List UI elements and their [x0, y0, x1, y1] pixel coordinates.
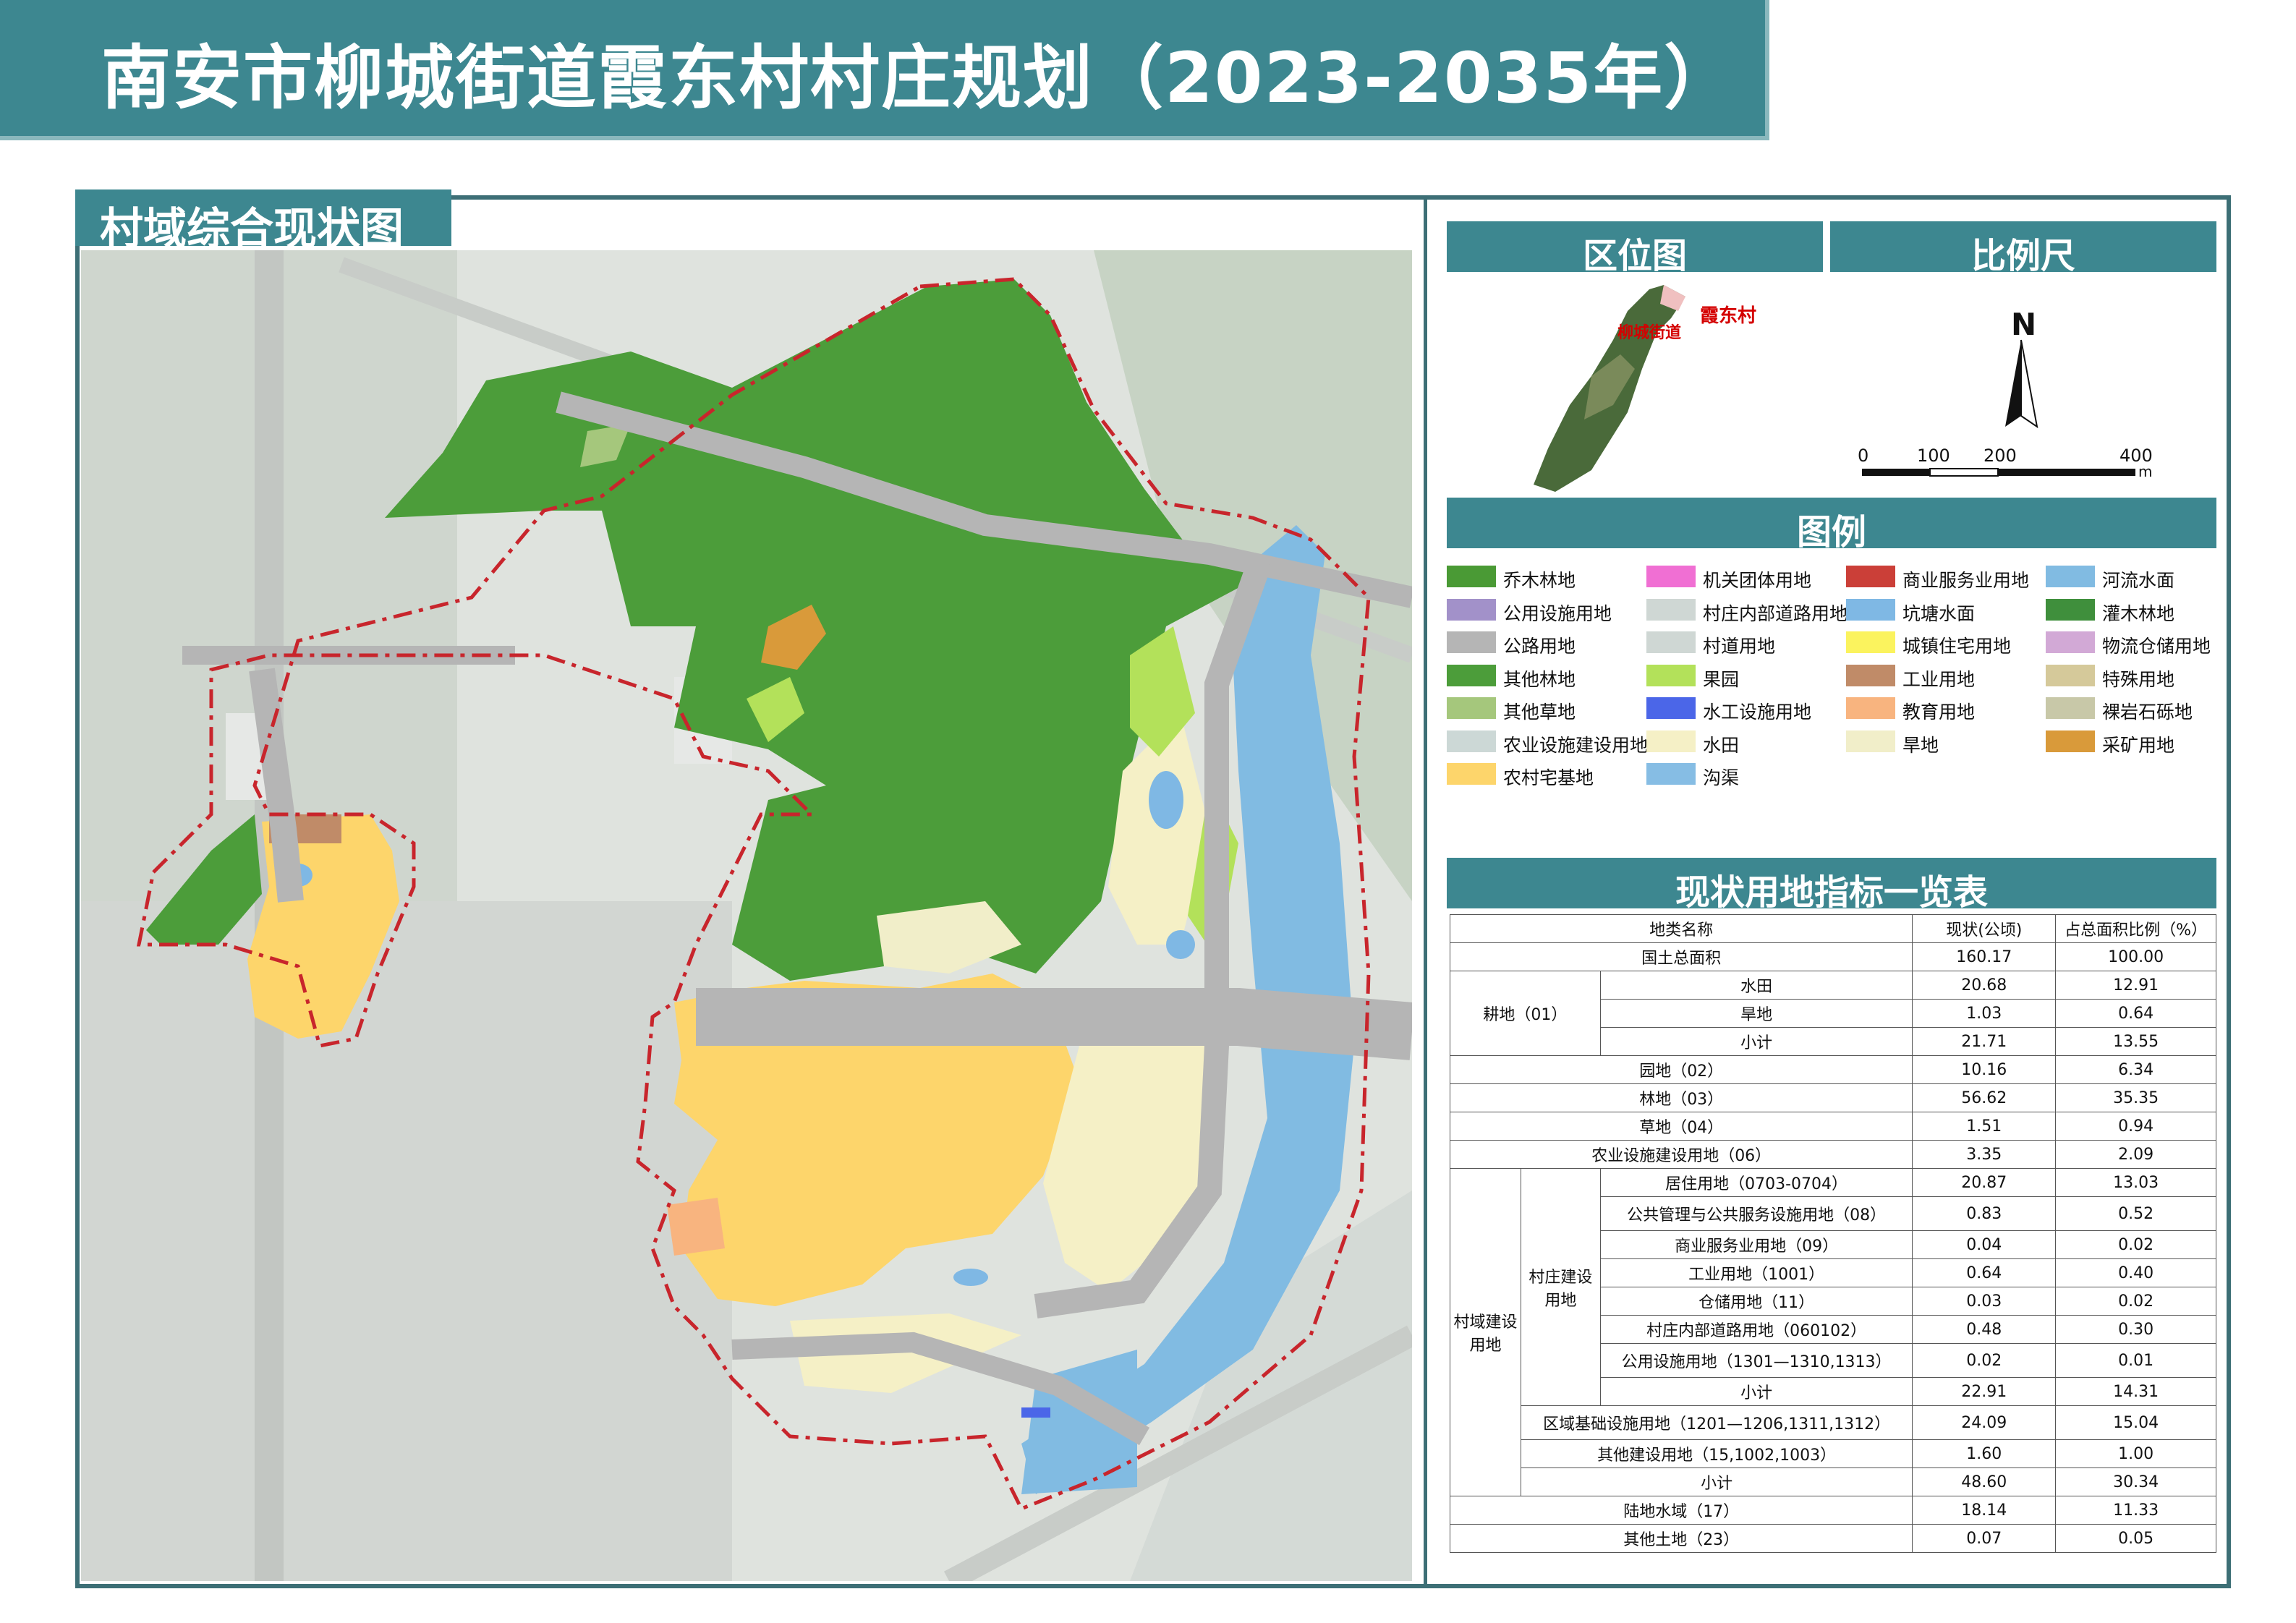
legend-swatch — [1447, 664, 1496, 686]
legend-swatch — [1646, 730, 1696, 752]
table-row: 耕地（01） 水田 20.68 12.91 — [1450, 971, 2216, 1056]
legend-label: 物流仓储用地 — [2102, 636, 2211, 657]
map-title: 村域综合现状图 — [100, 204, 404, 255]
col-header-pct: 占总面积比例（%） — [2055, 914, 2216, 943]
legend-label: 公用设施用地 — [1503, 602, 1612, 624]
legend-swatch — [1646, 566, 1696, 587]
scale-tick-100: 100 — [1917, 446, 1950, 466]
col-header-name: 地类名称 — [1449, 914, 1913, 943]
legend-swatch — [2046, 664, 2095, 686]
legend-swatch — [1447, 763, 1496, 785]
legend-swatch — [2046, 598, 2095, 621]
legend-swatch — [1646, 631, 1696, 653]
scale-tick-200: 200 — [1984, 446, 2017, 466]
title-bar: 南安市柳城街道霞东村村庄规划（2023-2035年） — [0, 0, 1769, 140]
location-village-label: 霞东村 — [1700, 305, 1757, 327]
legend-label: 机关团体用地 — [1703, 570, 1812, 591]
legend-swatch — [1846, 598, 1895, 621]
legend-label: 公路用地 — [1503, 636, 1576, 657]
legend-swatch — [1646, 697, 1696, 719]
legend-label: 裸岩石砾地 — [2102, 702, 2193, 723]
legend-swatch — [1447, 697, 1496, 719]
legend-swatch — [1646, 763, 1696, 785]
legend-swatch — [1447, 566, 1496, 587]
legend-label: 农业设施建设用地 — [1503, 734, 1649, 756]
legend-header-label: 图例 — [1796, 512, 1866, 553]
legend-swatch — [1846, 697, 1895, 719]
legend-label: 特殊用地 — [2102, 668, 2175, 690]
legend-swatch — [2046, 566, 2095, 587]
legend-label: 灌木林地 — [2102, 602, 2175, 624]
legend-label: 其他草地 — [1503, 702, 1576, 723]
legend-label: 村庄内部道路用地 — [1703, 602, 1848, 624]
legend-swatch — [1646, 664, 1696, 686]
location-header-label: 区位图 — [1582, 236, 1687, 276]
legend-swatch — [2046, 730, 2095, 752]
legend-label: 工业用地 — [1902, 668, 1976, 690]
scale-box: N 0 100 200 400 m — [1826, 275, 2216, 492]
scale-header: 比例尺 — [1830, 221, 2216, 276]
legend-swatch — [1846, 631, 1895, 653]
legend: 乔木林地公用设施用地 公路用地其他林地其他草地农业设施建设用地 农村宅基地 机关团体用… — [1447, 557, 2216, 825]
legend-swatch — [2046, 631, 2095, 653]
table-header-row: 地类名称 现状(公顷) 占总面积比例（%） — [1449, 914, 2216, 943]
scale-tick-0: 0 — [1858, 446, 1869, 466]
table-row: 陆地水域（17） 18.14 11.33 — [1449, 1496, 2216, 1525]
map-svg — [81, 250, 1412, 1581]
scale-unit: m — [2138, 463, 2153, 480]
legend-header: 图例 — [1447, 498, 2216, 553]
location-street-label: 柳城街道 — [1617, 324, 1682, 342]
legend-label: 采矿用地 — [2102, 734, 2175, 756]
page-title: 南安市柳城街道霞东村村庄规划（2023-2035年） — [101, 38, 1735, 119]
legend-label: 坑塘水面 — [1902, 602, 1976, 624]
legend-label: 果园 — [1703, 668, 1740, 690]
legend-label: 乔木林地 — [1503, 570, 1576, 591]
legend-swatch — [1846, 566, 1895, 587]
legend-label: 商业服务业用地 — [1902, 570, 2030, 591]
legend-swatch — [1846, 730, 1895, 752]
col-header-value: 现状(公顷) — [1912, 914, 2057, 943]
legend-label: 村道用地 — [1703, 636, 1776, 657]
legend-label: 教育用地 — [1902, 702, 1976, 723]
legend-label: 河流水面 — [2102, 570, 2175, 591]
legend-swatch — [2046, 697, 2095, 719]
table-row: 草地（04） 1.51 0.94 — [1449, 1112, 2216, 1141]
land-use-table: 地类名称 现状(公顷) 占总面积比例（%） 国土总面积 160.17 100.0… — [1449, 914, 2216, 1553]
scale-header-label: 比例尺 — [1970, 236, 2075, 276]
table-header: 现状用地指标一览表 — [1447, 858, 2216, 913]
legend-swatch — [1646, 598, 1696, 621]
legend-swatch — [1447, 598, 1496, 621]
table-header-label: 现状用地指标一览表 — [1675, 872, 1988, 913]
table-row: 其他土地（23） 0.07 0.05 — [1449, 1524, 2216, 1553]
legend-swatch — [1447, 730, 1496, 752]
location-header: 区位图 — [1447, 221, 1823, 276]
legend-label: 其他林地 — [1503, 668, 1576, 690]
map-title-tab: 村域综合现状图 — [75, 189, 451, 255]
legend-swatch — [1447, 631, 1496, 653]
legend-label: 城镇住宅用地 — [1902, 636, 2012, 657]
legend-label: 沟渠 — [1703, 767, 1740, 788]
panel-divider — [1424, 195, 1427, 1588]
legend-label: 农村宅基地 — [1503, 767, 1594, 788]
location-inset: 霞东村 柳城街道 — [1447, 275, 1808, 492]
table-row: 村域建设用地 村庄建设用地 居住用地（0703-0704） 20.87 13.0… — [1450, 1168, 2216, 1496]
north-label: N — [2011, 307, 2037, 342]
legend-label: 旱地 — [1902, 734, 1939, 756]
land-use-map[interactable] — [81, 250, 1412, 1581]
legend-swatch — [1846, 664, 1895, 686]
table-row: 小计 48.60 30.34 — [1450, 1467, 2216, 1496]
table-row: 区域基础设施用地（1201—1206,1311,1312） 24.09 15.0… — [1450, 1405, 2216, 1440]
table-row: 农业设施建设用地（06） 3.35 2.09 — [1449, 1140, 2216, 1169]
table-row: 园地（02） 10.16 6.34 — [1449, 1055, 2216, 1084]
table-row: 国土总面积 160.17 100.00 — [1449, 942, 2216, 971]
legend-label: 水工设施用地 — [1703, 702, 1812, 723]
table-row: 其他建设用地（15,1002,1003） 1.60 1.00 — [1450, 1439, 2216, 1468]
table-row: 林地（03） 56.62 35.35 — [1449, 1083, 2216, 1112]
legend-label: 水田 — [1703, 734, 1740, 756]
